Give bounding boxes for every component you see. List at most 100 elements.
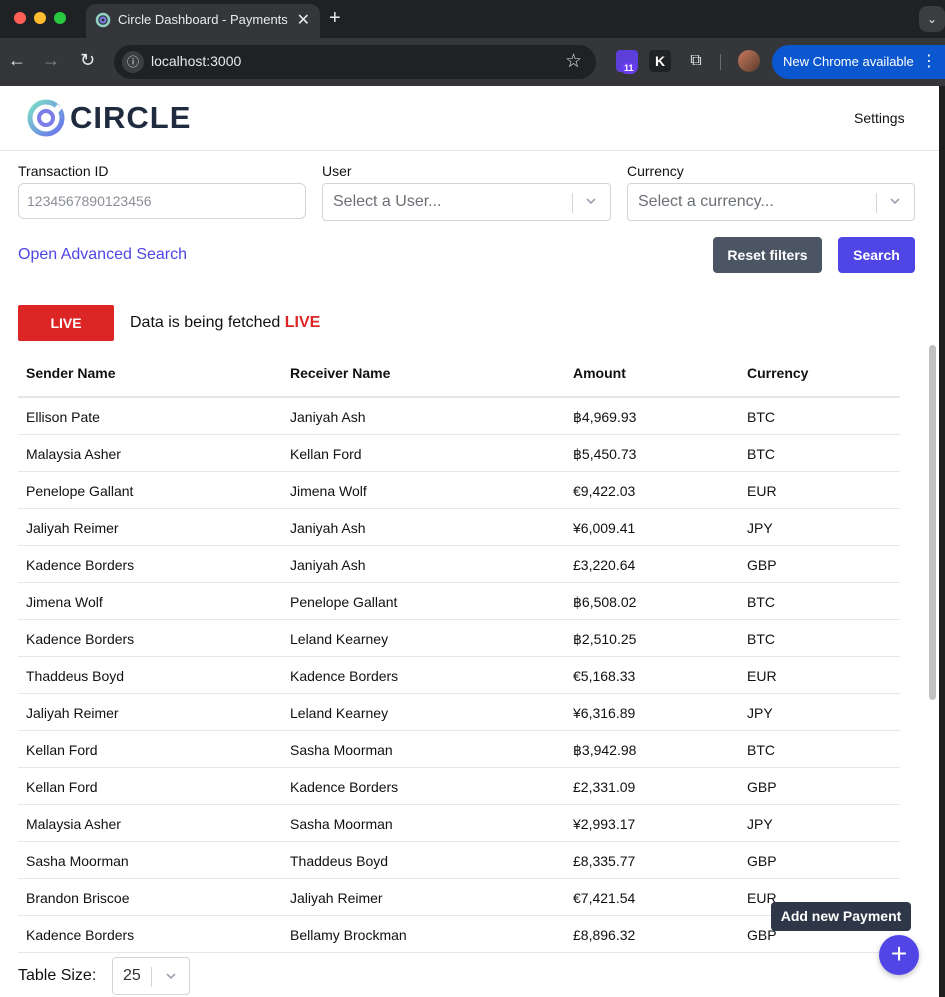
chrome-update-button[interactable]: New Chrome available ⋮	[772, 45, 945, 79]
currency-select[interactable]: Select a currency...	[627, 183, 915, 221]
cell-receiver: Sasha Moorman	[290, 816, 393, 832]
select-divider	[572, 193, 573, 213]
cell-amount: ฿3,942.98	[573, 742, 637, 758]
table-row[interactable]: Kellan Ford Kadence Borders £2,331.09 GBP	[18, 768, 900, 805]
tab-close-icon[interactable]: ✕	[297, 10, 310, 30]
cell-amount: €7,421.54	[573, 890, 636, 906]
cell-currency: EUR	[747, 483, 777, 499]
tab-title: Circle Dashboard - Payments	[118, 12, 288, 27]
extension-badge: 11	[621, 62, 637, 74]
cell-sender: Thaddeus Boyd	[26, 668, 125, 684]
select-divider	[151, 967, 152, 987]
back-arrow-icon[interactable]: ←	[8, 50, 26, 71]
browser-toolbar: ← → ↻ ⓘ localhost:3000 ☆ 11 K ⧉ New Chro…	[0, 38, 945, 86]
cell-amount: ¥6,009.41	[573, 520, 636, 536]
table-row[interactable]: Kellan Ford Sasha Moorman ฿3,942.98 BTC	[18, 731, 900, 768]
circle-logo-icon	[27, 99, 65, 137]
table-row[interactable]: Jimena Wolf Penelope Gallant ฿6,508.02 BTC	[18, 583, 900, 620]
table-row[interactable]: Kadence Borders Janiyah Ash £3,220.64 GBP	[18, 546, 900, 583]
cell-sender: Jimena Wolf	[26, 594, 103, 610]
reset-filters-button[interactable]: Reset filters	[713, 237, 822, 273]
user-select[interactable]: Select a User...	[322, 183, 611, 221]
table-row[interactable]: Malaysia Asher Sasha Moorman ¥2,993.17 JPY	[18, 805, 900, 842]
browser-tab[interactable]: Circle Dashboard - Payments ✕	[86, 4, 320, 38]
table-row[interactable]: Malaysia Asher Kellan Ford ฿5,450.73 BTC	[18, 435, 900, 472]
more-menu-icon[interactable]: ⋮	[921, 51, 937, 71]
cell-sender: Kellan Ford	[26, 742, 98, 758]
search-button[interactable]: Search	[838, 237, 915, 273]
table-row[interactable]: Ellison Pate Janiyah Ash ฿4,969.93 BTC	[18, 398, 900, 435]
new-tab-button[interactable]: +	[329, 7, 341, 30]
cell-receiver: Leland Kearney	[290, 705, 389, 721]
add-payment-button[interactable]: +	[879, 935, 919, 975]
cell-sender: Kellan Ford	[26, 779, 98, 795]
live-badge[interactable]: LIVE	[18, 305, 114, 341]
chevron-down-icon[interactable]	[889, 195, 901, 207]
circle-favicon-icon	[95, 12, 111, 28]
bookmark-star-icon[interactable]: ☆	[565, 50, 582, 73]
cell-receiver: Kadence Borders	[290, 779, 399, 795]
cell-amount: ฿4,969.93	[573, 409, 637, 425]
header-receiver-name[interactable]: Receiver Name	[290, 365, 390, 381]
cell-sender: Jaliyah Reimer	[26, 520, 119, 536]
table-size-select[interactable]: 25	[112, 957, 190, 995]
cell-receiver: Kellan Ford	[290, 446, 362, 462]
cell-amount: €5,168.33	[573, 668, 636, 684]
cell-receiver: Janiyah Ash	[290, 557, 366, 573]
table-row[interactable]: Brandon Briscoe Jaliyah Reimer €7,421.54 EU…	[18, 879, 900, 916]
cell-sender: Penelope Gallant	[26, 483, 134, 499]
header-currency[interactable]: Currency	[747, 365, 808, 381]
table-size-label: Table Size:	[18, 967, 97, 984]
advanced-search-link[interactable]: Open Advanced Search	[18, 246, 187, 264]
chevron-down-icon[interactable]	[585, 195, 597, 207]
maximize-window-button[interactable]	[54, 12, 66, 24]
user-select-placeholder: Select a User...	[333, 193, 442, 210]
cell-sender: Malaysia Asher	[26, 446, 121, 462]
cell-amount: £8,335.77	[573, 853, 636, 869]
cell-sender: Brandon Briscoe	[26, 890, 130, 906]
scrollbar-thumb[interactable]	[929, 345, 936, 700]
extensions-puzzle-icon[interactable]: ⧉	[685, 50, 707, 72]
cell-sender: Kadence Borders	[26, 927, 135, 943]
cell-amount: £2,331.09	[573, 779, 636, 795]
table-row[interactable]: Jaliyah Reimer Janiyah Ash ¥6,009.41 JPY	[18, 509, 900, 546]
cell-receiver: Penelope Gallant	[290, 594, 398, 610]
cell-amount: £3,220.64	[573, 557, 636, 573]
close-window-button[interactable]	[14, 12, 26, 24]
address-url[interactable]: localhost:3000	[151, 53, 241, 69]
table-row[interactable]: Thaddeus Boyd Kadence Borders €5,168.33 EUR	[18, 657, 900, 694]
reload-icon[interactable]: ↻	[80, 50, 95, 71]
cell-currency: EUR	[747, 668, 777, 684]
cell-receiver: Bellamy Brockman	[290, 927, 407, 943]
chevron-down-icon[interactable]	[165, 970, 177, 982]
k-extension-icon[interactable]: K	[649, 50, 671, 72]
live-status-word: LIVE	[284, 314, 321, 331]
transaction-id-input[interactable]	[18, 183, 306, 219]
minimize-window-button[interactable]	[34, 12, 46, 24]
cell-currency: BTC	[747, 742, 775, 758]
cell-sender: Jaliyah Reimer	[26, 705, 119, 721]
table-row[interactable]: Sasha Moorman Thaddeus Boyd £8,335.77 GBP	[18, 842, 900, 879]
address-bar[interactable]: ⓘ localhost:3000 ☆	[114, 45, 596, 79]
cell-sender: Kadence Borders	[26, 557, 135, 573]
cell-amount: ¥2,993.17	[573, 816, 636, 832]
tab-search-chevron-icon[interactable]: ⌄	[919, 6, 945, 32]
table-row[interactable]: Jaliyah Reimer Leland Kearney ¥6,316.89 JPY	[18, 694, 900, 731]
cell-receiver: Sasha Moorman	[290, 742, 393, 758]
app-header: CIRCLE Settings	[0, 86, 945, 151]
add-payment-tooltip: Add new Payment	[771, 902, 911, 931]
forward-arrow-icon[interactable]: →	[42, 50, 60, 71]
table-row[interactable]: Kadence Borders Leland Kearney ฿2,510.25 BT…	[18, 620, 900, 657]
table-row[interactable]: Kadence Borders Bellamy Brockman £8,896.32…	[18, 916, 900, 953]
select-divider	[876, 193, 877, 213]
header-amount[interactable]: Amount	[573, 365, 626, 381]
table-row[interactable]: Penelope Gallant Jimena Wolf €9,422.03 EUR	[18, 472, 900, 509]
header-sender-name[interactable]: Sender Name	[26, 365, 115, 381]
profile-avatar[interactable]	[738, 50, 760, 72]
site-info-icon[interactable]: ⓘ	[122, 51, 144, 73]
cell-currency: BTC	[747, 409, 775, 425]
table-body: Ellison Pate Janiyah Ash ฿4,969.93 BTC Mala…	[18, 398, 900, 953]
cell-receiver: Thaddeus Boyd	[290, 853, 389, 869]
settings-link[interactable]: Settings	[854, 110, 905, 126]
cell-receiver: Kadence Borders	[290, 668, 399, 684]
